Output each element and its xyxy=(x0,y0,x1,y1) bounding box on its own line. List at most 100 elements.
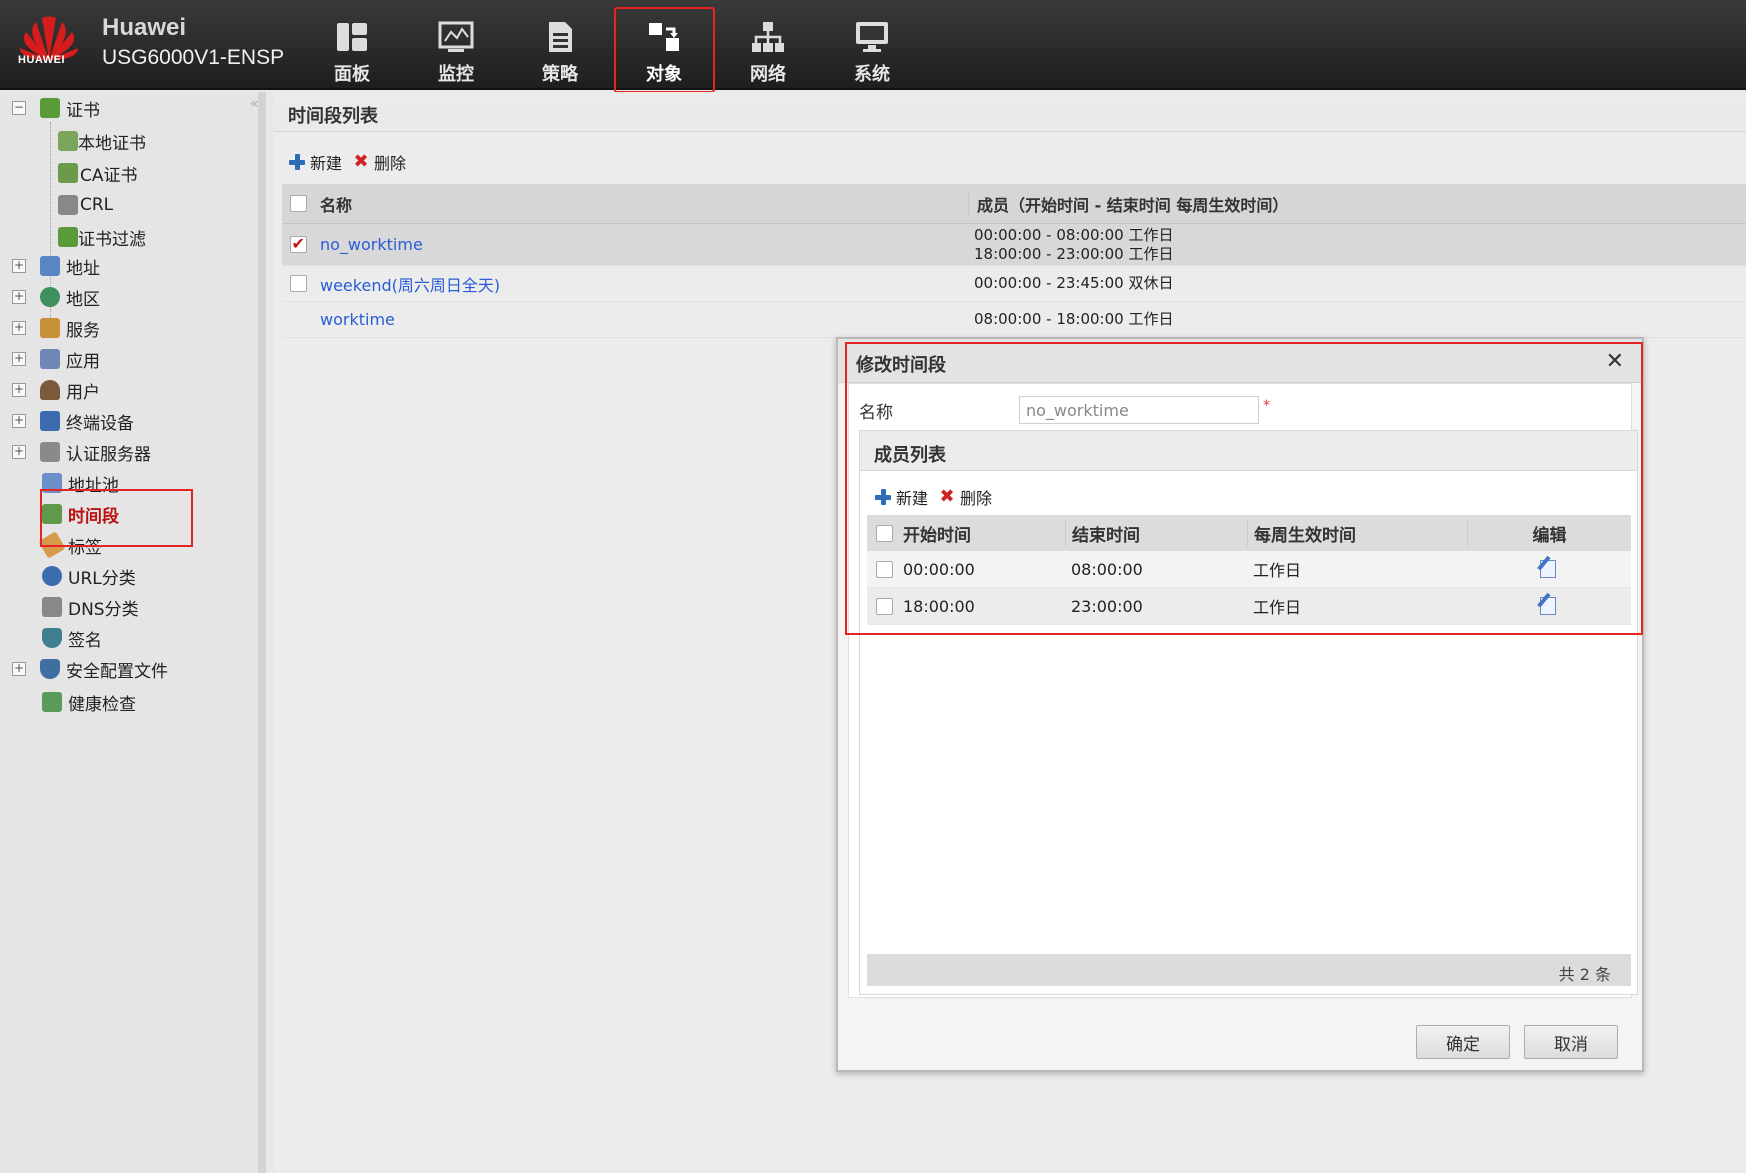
selection-highlight-box xyxy=(40,489,193,547)
sidebar-item-label: 地区 xyxy=(66,289,100,310)
sidebar-item-dns-category[interactable]: DNS分类 xyxy=(42,593,139,621)
column-header-name: 名称 xyxy=(320,195,353,215)
sidebar-item-label: 证书 xyxy=(66,100,100,121)
dialog-highlight-box xyxy=(845,342,1643,635)
row-name-link[interactable]: weekend(周六周日全天) xyxy=(320,276,500,295)
expand-icon[interactable]: + xyxy=(12,290,26,304)
sidebar-item-signature[interactable]: 签名 xyxy=(42,624,102,652)
network-icon xyxy=(752,22,784,52)
huawei-logo-icon xyxy=(20,16,78,60)
table-row[interactable]: worktime 08:00:00 - 18:00:00 工作日 xyxy=(282,302,1746,338)
sidebar-item-user[interactable]: + 用户 xyxy=(12,376,100,404)
sidebar-item-certificate[interactable]: − 证书 xyxy=(12,94,100,122)
sidebar-item-label: 应用 xyxy=(66,351,100,372)
sidebar-item-ca-cert[interactable]: CA证书 xyxy=(58,159,138,187)
delete-button[interactable]: ✖ 删除 xyxy=(352,150,406,174)
object-icon xyxy=(649,23,679,51)
cert-filter-icon xyxy=(58,227,78,247)
sidebar-item-label: 签名 xyxy=(68,630,102,651)
sidebar-item-label: CA证书 xyxy=(80,165,138,186)
member-line: 00:00:00 - 08:00:00 工作日 xyxy=(974,225,1174,244)
sidebar-item-label: 服务 xyxy=(66,320,100,341)
table-row[interactable]: no_worktime 00:00:00 - 08:00:00 工作日 18:0… xyxy=(282,224,1746,266)
expand-icon[interactable]: + xyxy=(12,352,26,366)
sidebar-item-url-category[interactable]: URL分类 xyxy=(42,562,136,590)
service-icon xyxy=(40,318,60,338)
record-count: 共 2 条 xyxy=(867,954,1631,986)
ca-cert-icon xyxy=(58,163,78,183)
nav-label: 面板 xyxy=(334,64,370,85)
sidebar-item-label: DNS分类 xyxy=(68,599,139,620)
policy-icon xyxy=(549,22,572,52)
sidebar-item-health-check[interactable]: 健康检查 xyxy=(42,688,136,716)
nav-monitor[interactable]: 监控 xyxy=(404,0,508,90)
row-checkbox[interactable] xyxy=(289,275,307,292)
row-member-cell: 08:00:00 - 18:00:00 工作日 xyxy=(968,310,1746,329)
top-bar: HUAWEI Huawei USG6000V1-ENSP 面板 监控 策略 对象… xyxy=(0,0,1746,93)
sidebar-item-terminal-device[interactable]: + 终端设备 xyxy=(12,407,134,435)
main-nav: 面板 监控 策略 对象 网络 系统 xyxy=(300,0,924,93)
row-name-link[interactable]: worktime xyxy=(320,310,395,329)
sidebar: « − 证书 本地证书 CA证书 CRL 证书过滤 + 地址 + 地区 + 服务… xyxy=(0,92,266,1173)
logo-text: HUAWEI xyxy=(18,54,65,66)
expand-icon[interactable]: + xyxy=(12,662,26,676)
nav-label: 系统 xyxy=(854,64,890,85)
globe-icon xyxy=(40,287,60,307)
crl-icon xyxy=(58,195,78,215)
nav-policy[interactable]: 策略 xyxy=(508,0,612,90)
sidebar-item-auth-server[interactable]: + 认证服务器 xyxy=(12,438,151,466)
nav-label: 监控 xyxy=(438,64,474,85)
nav-label: 对象 xyxy=(646,64,682,85)
sidebar-item-service[interactable]: + 服务 xyxy=(12,314,100,342)
sidebar-item-crl[interactable]: CRL xyxy=(58,191,113,219)
collapse-icon[interactable]: − xyxy=(12,101,26,115)
sidebar-item-label: 本地证书 xyxy=(78,133,146,154)
new-button-label: 新建 xyxy=(310,154,343,173)
nav-dashboard[interactable]: 面板 xyxy=(300,0,404,90)
member-line: 00:00:00 - 23:45:00 双休日 xyxy=(974,274,1174,292)
nav-network[interactable]: 网络 xyxy=(716,0,820,90)
sidebar-item-label: 地址 xyxy=(66,258,100,279)
expand-icon[interactable]: + xyxy=(12,445,26,459)
nav-system[interactable]: 系统 xyxy=(820,0,924,90)
sidebar-item-security-profile[interactable]: + 安全配置文件 xyxy=(12,655,168,683)
table-row[interactable]: weekend(周六周日全天) 00:00:00 - 23:45:00 双休日 xyxy=(282,266,1746,302)
nav-object[interactable]: 对象 xyxy=(612,0,716,93)
system-icon xyxy=(856,22,888,52)
member-line: 08:00:00 - 18:00:00 工作日 xyxy=(974,310,1174,328)
row-checkbox[interactable] xyxy=(289,234,307,253)
sidebar-item-label: 终端设备 xyxy=(66,413,134,434)
sidebar-item-region[interactable]: + 地区 xyxy=(12,283,100,311)
ok-button[interactable]: 确定 xyxy=(1416,1025,1510,1059)
row-name-link[interactable]: no_worktime xyxy=(320,235,423,254)
brand: Huawei USG6000V1-ENSP xyxy=(102,14,284,70)
row-member-cell: 00:00:00 - 23:45:00 双休日 xyxy=(968,274,1746,293)
expand-icon[interactable]: + xyxy=(12,414,26,428)
new-button[interactable]: 新建 xyxy=(288,150,342,174)
expand-icon[interactable]: + xyxy=(12,383,26,397)
dns-grid-icon xyxy=(42,597,62,617)
sidebar-item-label: 证书过滤 xyxy=(78,229,146,250)
nav-label: 策略 xyxy=(542,64,578,85)
sidebar-item-application[interactable]: + 应用 xyxy=(12,345,100,373)
cancel-button[interactable]: 取消 xyxy=(1524,1025,1618,1059)
sidebar-item-label: CRL xyxy=(80,195,114,215)
certificate-icon xyxy=(40,98,60,118)
auth-server-icon xyxy=(40,442,60,462)
collapse-sidebar-icon[interactable]: « xyxy=(250,96,259,112)
plus-icon xyxy=(288,153,306,171)
sidebar-item-cert-filter[interactable]: 证书过滤 xyxy=(58,223,146,251)
select-all-checkbox[interactable] xyxy=(289,195,307,212)
nav-label: 网络 xyxy=(750,64,786,85)
sidebar-item-local-cert[interactable]: 本地证书 xyxy=(58,127,146,155)
time-range-table: 名称 成员（开始时间 - 结束时间 每周生效时间） no_worktime 00… xyxy=(282,184,1746,338)
column-header-member: 成员（开始时间 - 结束时间 每周生效时间） xyxy=(968,191,1746,216)
expand-icon[interactable]: + xyxy=(12,321,26,335)
delete-icon: ✖ xyxy=(353,151,369,172)
sidebar-item-label: 健康检查 xyxy=(68,694,136,715)
sidebar-item-label: 安全配置文件 xyxy=(66,661,168,682)
health-check-icon xyxy=(42,692,62,712)
list-toolbar: 新建 ✖ 删除 xyxy=(288,150,416,174)
sidebar-item-address[interactable]: + 地址 xyxy=(12,252,100,280)
expand-icon[interactable]: + xyxy=(12,259,26,273)
